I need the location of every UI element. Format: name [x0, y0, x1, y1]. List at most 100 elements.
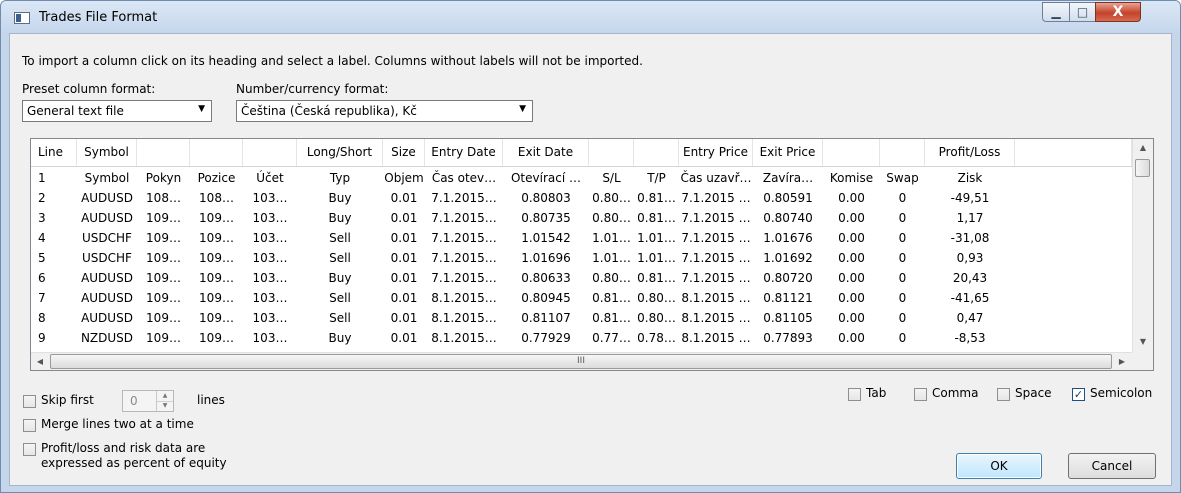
table-cell: S/L: [602, 171, 621, 185]
merge-lines-checkbox[interactable]: [23, 419, 36, 432]
table-cell: 8.1.2015…: [431, 331, 497, 345]
table-cell: 0: [898, 191, 907, 205]
column-header[interactable]: [190, 139, 243, 166]
table-cell: -8,53: [954, 331, 986, 345]
skip-lines-stepper[interactable]: 0 ▲ ▼: [122, 390, 174, 412]
column-header[interactable]: [137, 139, 190, 166]
table-cell: 0.80720: [763, 271, 813, 285]
table-cell: 108…: [199, 191, 234, 205]
table-row: 8 AUDUSD 109… 109… 103… Sell 0.01 8.1.2015… 0.81…: [31, 309, 1132, 327]
table-cell: 0.80740: [763, 211, 813, 225]
table-cell: 103…: [252, 311, 288, 325]
scroll-up-icon[interactable]: ▲: [1133, 139, 1153, 156]
table-cell: 1.01542: [521, 231, 571, 245]
table-header: Line Symbol Long/Short Size Entry Date Exit D…: [31, 139, 1132, 167]
table-cell: 103…: [252, 251, 288, 265]
table-cell: 0.81121: [763, 291, 813, 305]
column-header[interactable]: Exit Price: [753, 139, 823, 166]
vertical-scroll-thumb[interactable]: [1135, 159, 1150, 177]
column-header[interactable]: Entry Price: [679, 139, 753, 166]
table-cell: Typ: [329, 171, 351, 185]
ok-button[interactable]: OK: [956, 453, 1042, 479]
table-cell: -49,51: [950, 191, 990, 205]
table-cell: 1.01676: [763, 231, 813, 245]
percent-equity-checkbox[interactable]: [23, 443, 36, 456]
semicolon-delimiter-checkbox[interactable]: ✓: [1072, 388, 1085, 401]
vertical-scrollbar[interactable]: ▲ ▼: [1132, 139, 1153, 352]
table-row: 4 USDCHF 109… 109… 103… Sell 0.01 7.1.2015… 1.01…: [31, 229, 1132, 247]
close-button[interactable]: X: [1095, 2, 1141, 22]
table-cell: 8: [38, 311, 46, 325]
table-cell: 0.80…: [637, 291, 676, 305]
table-cell: 109…: [146, 231, 181, 245]
table-cell: Čas uzavř…: [680, 171, 752, 185]
scrollbar-corner: [1132, 352, 1153, 370]
column-header[interactable]: Long/Short: [297, 139, 383, 166]
table-cell: Buy: [328, 191, 352, 205]
skip-first-checkbox[interactable]: [23, 395, 36, 408]
table-cell: 0.80735: [521, 211, 571, 225]
number-format-label: Number/currency format:: [236, 82, 389, 96]
table-cell: Komise: [829, 171, 874, 185]
table-cell: 8.1.2015 …: [681, 291, 751, 305]
table-cell: 0.77893: [763, 331, 813, 345]
grip-icon: III: [577, 356, 585, 366]
table-cell: 0.80591: [763, 191, 813, 205]
column-header[interactable]: [589, 139, 634, 166]
spin-down-icon[interactable]: ▼: [157, 401, 173, 411]
dialog-client-area: To import a column click on its heading …: [9, 33, 1172, 486]
window-icon: [14, 12, 30, 24]
column-header[interactable]: [823, 139, 880, 166]
scroll-down-icon[interactable]: ▼: [1133, 333, 1153, 350]
table-cell: 0.01: [390, 311, 418, 325]
table-cell: 1.01…: [637, 231, 676, 245]
table-cell: USDCHF: [82, 251, 132, 265]
minimize-button[interactable]: ▁: [1042, 2, 1070, 22]
horizontal-scrollbar[interactable]: ◀ III ▶: [31, 352, 1132, 370]
column-header[interactable]: [634, 139, 679, 166]
scroll-right-icon[interactable]: ▶: [1113, 353, 1131, 370]
preset-format-label: Preset column format:: [22, 82, 156, 96]
table-cell: 2: [38, 191, 46, 205]
column-header[interactable]: Profit/Loss: [925, 139, 1015, 166]
table-cell: AUDUSD: [81, 311, 133, 325]
tab-delimiter-label: Tab: [866, 386, 887, 400]
table-cell: Symbol: [84, 171, 130, 185]
preset-format-select[interactable]: General text file ▼: [22, 100, 212, 122]
table-cell: 0.80…: [637, 311, 676, 325]
column-header[interactable]: [880, 139, 925, 166]
window-title: Trades File Format: [39, 10, 158, 25]
table-cell: 3: [38, 211, 46, 225]
table-cell: 0.01: [390, 231, 418, 245]
table-cell: 0: [898, 271, 907, 285]
table-cell: Účet: [256, 171, 284, 185]
table-row: 6 AUDUSD 109… 109… 103… Buy 0.01 7.1.2015… 0.806…: [31, 269, 1132, 287]
column-header[interactable]: Exit Date: [503, 139, 589, 166]
table-cell: 7.1.2015 …: [681, 231, 751, 245]
table-cell: 7.1.2015…: [431, 211, 497, 225]
cancel-button[interactable]: Cancel: [1068, 453, 1156, 479]
table-row: 7 AUDUSD 109… 109… 103… Sell 0.01 8.1.2015… 0.80…: [31, 289, 1132, 307]
column-header[interactable]: Size: [383, 139, 425, 166]
table-cell: 8.1.2015 …: [681, 311, 751, 325]
column-header[interactable]: [243, 139, 297, 166]
table-cell: 0.77…: [592, 331, 631, 345]
table-cell: 0.01: [390, 331, 418, 345]
title-bar[interactable]: Trades File Format ▁ □ X: [1, 1, 1180, 33]
tab-delimiter-checkbox[interactable]: [848, 388, 861, 401]
column-header[interactable]: Entry Date: [425, 139, 503, 166]
trades-file-format-dialog: Trades File Format ▁ □ X To import a col…: [0, 0, 1181, 493]
table-cell: 9: [38, 331, 46, 345]
comma-delimiter-checkbox[interactable]: [914, 388, 927, 401]
horizontal-scroll-thumb[interactable]: III: [50, 354, 1112, 369]
column-header[interactable]: Symbol: [77, 139, 137, 166]
table-cell: 109…: [146, 211, 181, 225]
column-header[interactable]: [1015, 139, 1132, 166]
column-header[interactable]: Line: [31, 139, 77, 166]
scroll-left-icon[interactable]: ◀: [31, 353, 49, 370]
table-cell: Buy: [328, 271, 352, 285]
maximize-button[interactable]: □: [1069, 2, 1096, 22]
instructions-text: To import a column click on its heading …: [22, 54, 643, 68]
space-delimiter-checkbox[interactable]: [997, 388, 1010, 401]
number-format-select[interactable]: Čeština (Česká republika), Kč ▼: [236, 100, 533, 122]
